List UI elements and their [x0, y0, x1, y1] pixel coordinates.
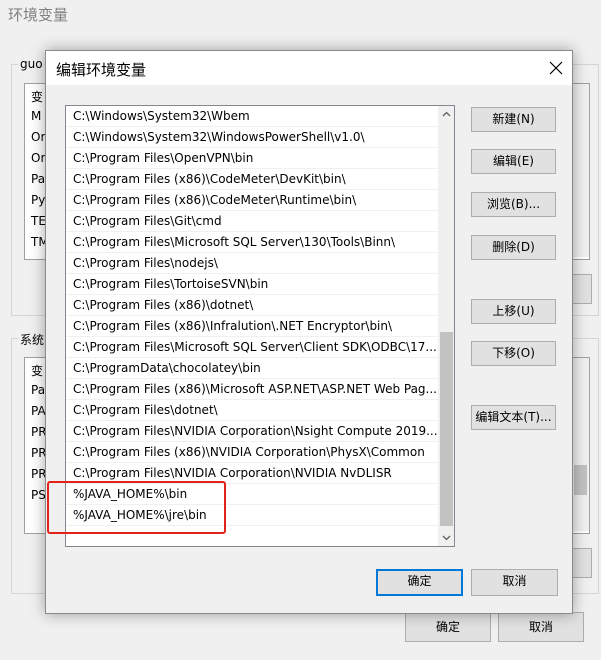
browse-button[interactable]: 浏览(B)...: [471, 192, 556, 217]
variable-list-item[interactable]: Or: [31, 151, 45, 165]
parent-cancel-button[interactable]: 取消: [498, 612, 584, 642]
variable-list-item[interactable]: Pa: [31, 172, 45, 186]
new-button[interactable]: 新建(N): [471, 107, 556, 132]
dialog-titlebar[interactable]: 编辑环境变量: [46, 51, 572, 85]
system-variables-button[interactable]: [570, 548, 592, 578]
path-list-item[interactable]: C:\Program Files (x86)\CodeMeter\DevKit\…: [66, 169, 438, 190]
variable-list-item[interactable]: TE: [31, 214, 46, 228]
path-list-scrollbar[interactable]: [438, 106, 454, 546]
chevron-down-icon: [442, 535, 451, 541]
parent-window-title: 环境变量: [8, 6, 69, 24]
path-list-item[interactable]: C:\Program Files\NVIDIA Corporation\Nsig…: [66, 421, 438, 442]
path-list-item[interactable]: C:\Program Files\Git\cmd: [66, 211, 438, 232]
path-list-item[interactable]: C:\ProgramData\chocolatey\bin: [66, 358, 438, 379]
ok-button[interactable]: 确定: [376, 569, 463, 596]
system-variables-scrollbar[interactable]: [572, 358, 589, 531]
dialog-title: 编辑环境变量: [56, 61, 147, 79]
cancel-button[interactable]: 取消: [471, 569, 558, 596]
path-list-item[interactable]: C:\Program Files (x86)\Microsoft ASP.NET…: [66, 379, 438, 400]
path-list-item[interactable]: C:\Windows\System32\Wbem: [66, 106, 438, 127]
system-variables-label: 系统: [18, 331, 47, 348]
variable-list-item[interactable]: M: [31, 109, 41, 123]
path-list-item[interactable]: C:\Program Files (x86)\Infralution\.NET …: [66, 316, 438, 337]
path-list-item[interactable]: C:\Program Files (x86)\dotnet\: [66, 295, 438, 316]
highlight-annotation: [47, 481, 226, 534]
path-list-item[interactable]: C:\Windows\System32\WindowsPowerShell\v1…: [66, 127, 438, 148]
user-variables-button[interactable]: [570, 274, 592, 304]
variable-list-item[interactable]: Py: [31, 193, 45, 207]
path-list-item[interactable]: C:\Program Files\OpenVPN\bin: [66, 148, 438, 169]
system-variables-scroll-thumb[interactable]: [574, 465, 587, 495]
move-down-button[interactable]: 下移(O): [471, 341, 556, 366]
scroll-up-button[interactable]: [438, 106, 454, 123]
path-list-item[interactable]: C:\Program Files\Microsoft SQL Server\Cl…: [66, 337, 438, 358]
scroll-thumb[interactable]: [440, 332, 453, 526]
move-up-button[interactable]: 上移(U): [471, 299, 556, 324]
variable-list-item[interactable]: PA: [31, 404, 46, 418]
edit-button[interactable]: 编辑(E): [471, 149, 556, 174]
path-list-item[interactable]: C:\Program Files (x86)\CodeMeter\Runtime…: [66, 190, 438, 211]
close-icon: [549, 61, 563, 75]
edit-text-button[interactable]: 编辑文本(T)...: [471, 405, 556, 430]
chevron-up-icon: [442, 111, 451, 117]
delete-button[interactable]: 删除(D): [471, 235, 556, 260]
path-list-item[interactable]: C:\Program Files\TortoiseSVN\bin: [66, 274, 438, 295]
path-list-item[interactable]: C:\Program Files\nodejs\: [66, 253, 438, 274]
variable-list-item[interactable]: Pa: [31, 383, 45, 397]
user-variables-scrollbar[interactable]: [572, 84, 589, 257]
close-button[interactable]: [540, 51, 572, 85]
user-variables-label: guo: [18, 57, 45, 71]
scroll-down-button[interactable]: [438, 529, 454, 546]
variable-list-item[interactable]: PS: [31, 488, 46, 502]
path-list-item[interactable]: C:\Program Files\Microsoft SQL Server\13…: [66, 232, 438, 253]
variable-list-item[interactable]: 变: [31, 88, 43, 105]
parent-ok-button[interactable]: 确定: [405, 612, 491, 642]
variable-list-item[interactable]: 变: [31, 362, 43, 379]
variable-list-item[interactable]: Or: [31, 130, 45, 144]
path-list-item[interactable]: C:\Program Files\dotnet\: [66, 400, 438, 421]
path-list-item[interactable]: C:\Program Files (x86)\NVIDIA Corporatio…: [66, 442, 438, 463]
